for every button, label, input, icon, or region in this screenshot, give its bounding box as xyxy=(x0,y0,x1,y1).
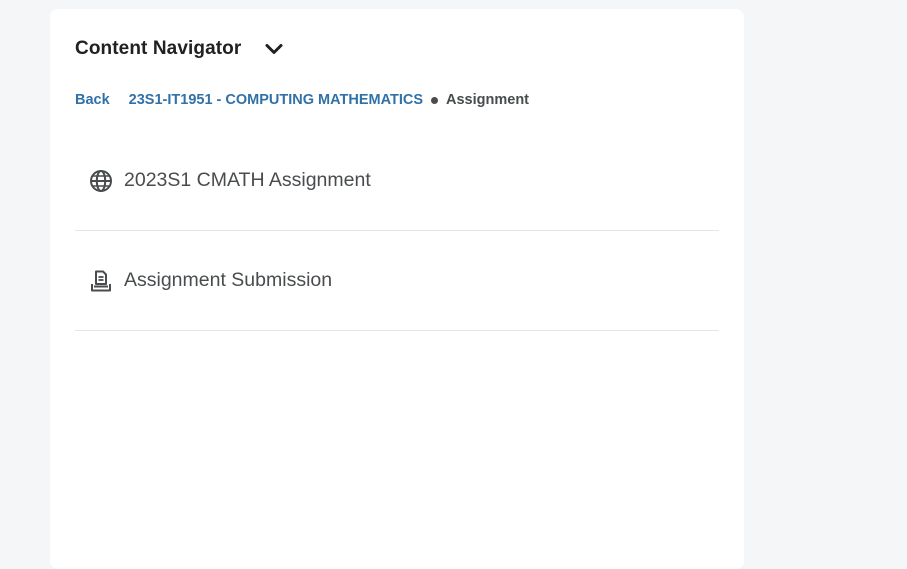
list-item-assignment-submission[interactable]: Assignment Submission xyxy=(75,231,719,331)
navigator-title: Content Navigator xyxy=(75,38,242,59)
content-navigator-panel: Content Navigator Back 23S1-IT1951 - COM… xyxy=(50,9,744,569)
navigator-header: Content Navigator xyxy=(75,38,285,60)
breadcrumb-course-link[interactable]: 23S1-IT1951 - COMPUTING MATHEMATICS xyxy=(129,92,423,108)
content-list: 2023S1 CMATH Assignment Assignment Submi… xyxy=(75,132,719,331)
globe-icon xyxy=(88,168,114,194)
list-item-label: Assignment Submission xyxy=(124,269,333,291)
breadcrumb: Back 23S1-IT1951 - COMPUTING MATHEMATICS… xyxy=(75,92,529,108)
list-item-cmath-assignment[interactable]: 2023S1 CMATH Assignment xyxy=(75,132,719,231)
breadcrumb-separator xyxy=(431,96,439,104)
chevron-down-icon[interactable] xyxy=(263,38,285,60)
assignment-submission-icon xyxy=(88,268,114,294)
back-link[interactable]: Back xyxy=(75,92,110,108)
breadcrumb-current: Assignment xyxy=(446,92,530,108)
list-item-label: 2023S1 CMATH Assignment xyxy=(124,169,371,191)
